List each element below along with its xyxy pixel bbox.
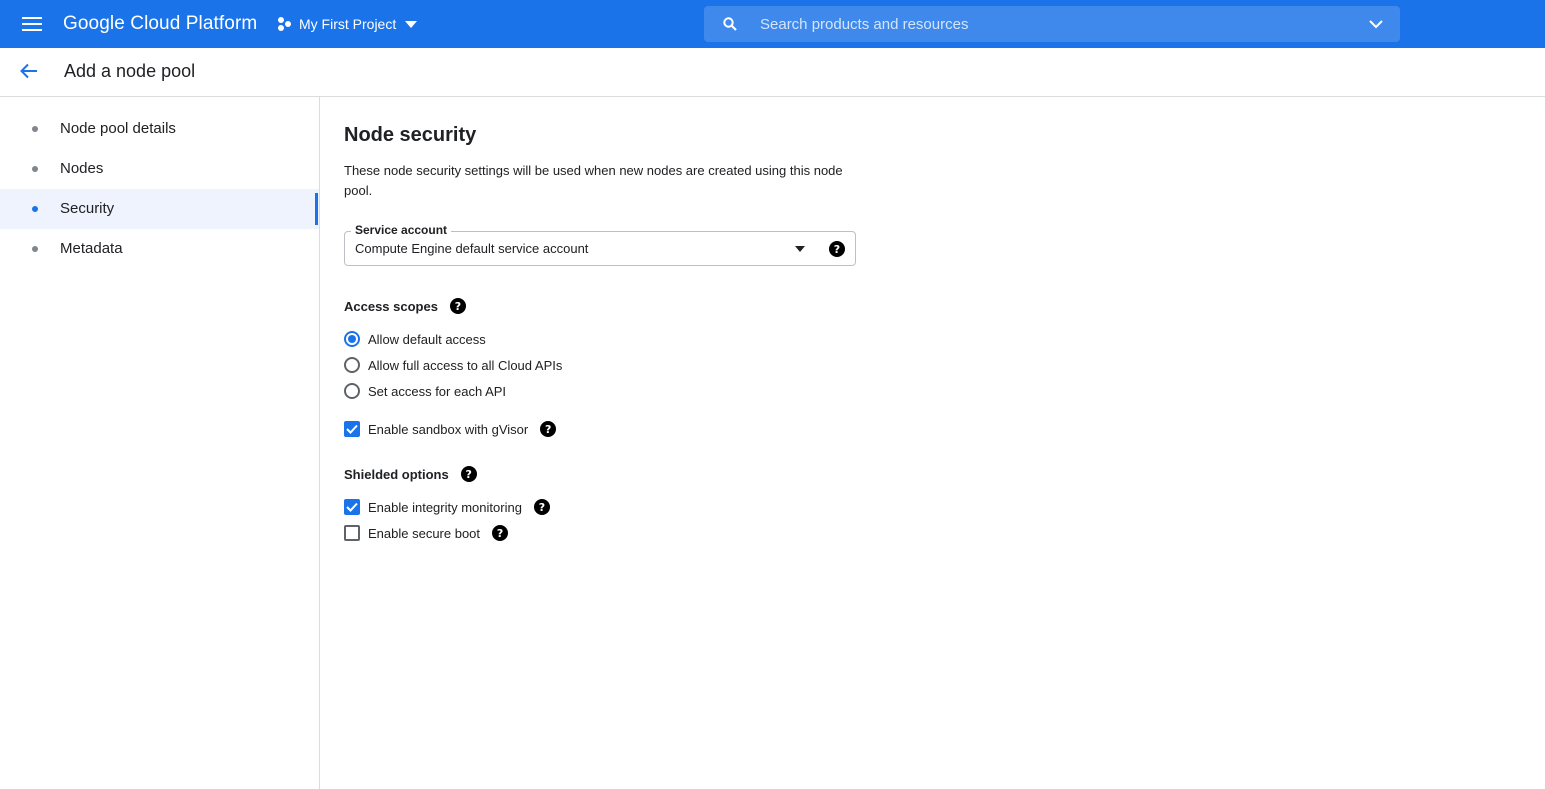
service-account-value: Compute Engine default service account — [355, 241, 589, 256]
step-label: Node pool details — [60, 120, 176, 137]
project-icon — [276, 15, 294, 33]
chevron-down-icon — [404, 17, 418, 31]
search-icon[interactable] — [720, 14, 740, 34]
page-header: Add a node pool — [0, 48, 1545, 97]
radio-button[interactable] — [344, 331, 360, 347]
shielded-options-label: Shielded options — [344, 466, 449, 482]
project-picker[interactable]: My First Project — [276, 10, 418, 38]
radio-button[interactable] — [344, 357, 360, 373]
step-dot — [32, 166, 38, 172]
service-account-label: Service account — [351, 223, 452, 237]
secure-boot-checkbox-row[interactable]: Enable secure boot ? — [344, 523, 509, 543]
radio-button[interactable] — [344, 383, 360, 399]
radio-label: Allow full access to all Cloud APIs — [368, 357, 563, 373]
step-dot — [32, 126, 38, 132]
checkbox-label: Enable integrity monitoring — [368, 499, 522, 515]
search-input[interactable] — [760, 6, 1340, 42]
radio-label: Set access for each API — [368, 383, 507, 399]
checkbox[interactable] — [344, 499, 360, 515]
project-name: My First Project — [299, 16, 397, 32]
top-app-bar: Google Cloud Platform My First Project — [0, 0, 1545, 48]
access-scopes-label: Access scopes — [344, 298, 438, 314]
step-metadata[interactable]: Metadata — [0, 229, 319, 269]
checkbox[interactable] — [344, 421, 360, 437]
checkbox[interactable] — [344, 525, 360, 541]
checkbox-label: Enable sandbox with gVisor — [368, 421, 529, 437]
help-icon[interactable]: ? — [449, 298, 466, 314]
radio-label: Allow default access — [368, 331, 486, 347]
check-icon — [346, 502, 358, 512]
step-label: Nodes — [60, 160, 104, 177]
help-icon[interactable]: ? — [492, 525, 509, 541]
access-scopes-heading: Access scopes ? — [344, 298, 466, 314]
radio-allow-full[interactable]: Allow full access to all Cloud APIs — [344, 355, 562, 375]
menu-icon[interactable] — [14, 6, 50, 42]
check-icon — [346, 424, 358, 434]
step-node-pool-details[interactable]: Node pool details — [0, 109, 319, 149]
radio-allow-default[interactable]: Allow default access — [344, 329, 486, 349]
step-nodes[interactable]: Nodes — [0, 149, 319, 189]
step-dot — [32, 206, 38, 212]
help-icon[interactable]: ? — [460, 466, 477, 482]
step-security[interactable]: Security — [0, 189, 319, 229]
service-account-select[interactable]: Service account Compute Engine default s… — [344, 223, 856, 266]
active-indicator — [315, 193, 318, 225]
product-logo[interactable]: Google Cloud Platform — [63, 12, 257, 36]
dropdown-arrow-icon — [793, 242, 807, 256]
radio-set-each[interactable]: Set access for each API — [344, 381, 506, 401]
step-label: Metadata — [60, 240, 123, 257]
step-label: Security — [60, 200, 115, 217]
sandbox-checkbox-row[interactable]: Enable sandbox with gVisor ? — [344, 419, 557, 439]
section-title: Node security — [344, 124, 477, 146]
help-icon[interactable]: ? — [533, 499, 550, 515]
help-icon[interactable]: ? — [829, 241, 845, 257]
integrity-checkbox-row[interactable]: Enable integrity monitoring ? — [344, 497, 550, 517]
stepper-nav: Node pool details Nodes Security Metadat… — [0, 97, 320, 789]
page-title: Add a node pool — [64, 61, 196, 81]
checkbox-label: Enable secure boot — [368, 525, 481, 541]
help-icon[interactable]: ? — [540, 421, 557, 437]
search-bar — [704, 6, 1400, 42]
arrow-back-icon[interactable] — [14, 56, 44, 86]
shielded-options-heading: Shielded options ? — [344, 466, 477, 482]
step-dot — [32, 246, 38, 252]
section-description: These node security settings will be use… — [344, 163, 843, 198]
chevron-down-icon[interactable] — [1366, 14, 1386, 34]
